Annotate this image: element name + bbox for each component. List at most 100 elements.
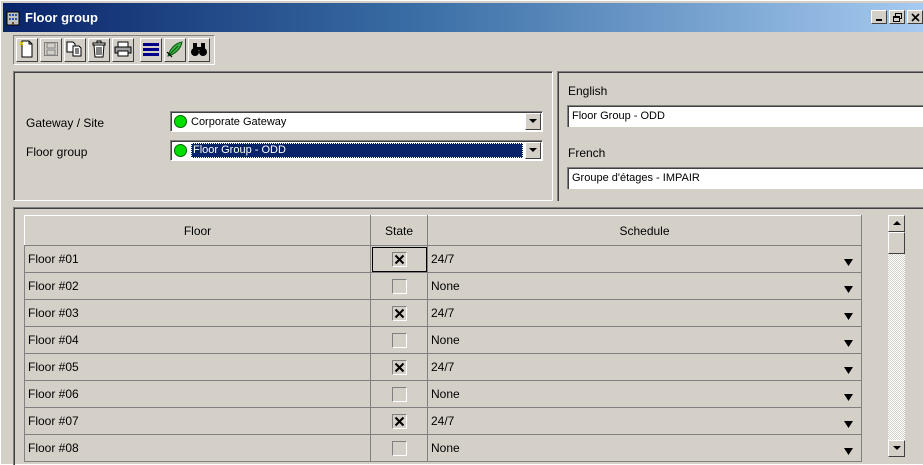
floors-table: Floor State Schedule Floor #01 24/7 Floor … — [24, 215, 862, 462]
schedule-value: 24/7 — [431, 414, 455, 428]
state-checkbox-checked[interactable] — [391, 413, 407, 429]
dropdown-arrow-icon[interactable] — [844, 309, 853, 323]
new-button[interactable] — [16, 38, 38, 62]
printer-icon — [114, 41, 132, 60]
binoculars-icon — [190, 41, 208, 60]
vertical-scrollbar[interactable] — [888, 215, 905, 457]
floor-group-value: Floor Group - ODD — [191, 143, 523, 158]
state-cell — [370, 353, 428, 381]
save-button[interactable] — [40, 38, 62, 62]
state-cell — [370, 272, 428, 300]
building-icon — [5, 10, 21, 26]
dropdown-arrow-icon[interactable] — [844, 363, 853, 377]
schedule-cell[interactable]: 24/7 — [427, 245, 862, 273]
state-checkbox[interactable] — [391, 278, 407, 294]
dropdown-arrow-icon[interactable] — [844, 444, 853, 458]
table-row[interactable]: Floor #07 24/7 — [24, 407, 862, 435]
floor-name-cell: Floor #04 — [24, 326, 371, 354]
schedule-cell[interactable]: 24/7 — [427, 407, 862, 435]
table-row[interactable]: Floor #08 None — [24, 434, 862, 462]
chevron-down-icon[interactable] — [525, 113, 541, 130]
schedule-cell[interactable]: None — [427, 272, 862, 300]
trash-icon — [91, 40, 107, 61]
table-row[interactable]: Floor #02 None — [24, 272, 862, 300]
floor-name-cell: Floor #06 — [24, 380, 371, 408]
state-column-header[interactable]: State — [370, 215, 428, 246]
floor-column-header[interactable]: Floor — [24, 215, 371, 246]
gateway-value: Corporate Gateway — [191, 115, 287, 128]
scroll-thumb[interactable] — [888, 232, 905, 254]
dropdown-arrow-icon[interactable] — [844, 336, 853, 350]
state-cell — [370, 434, 428, 462]
state-checkbox[interactable] — [391, 440, 407, 456]
floor-name-cell: Floor #07 — [24, 407, 371, 435]
title-bar[interactable]: Floor group — [3, 3, 923, 32]
state-checkbox-checked[interactable] — [391, 359, 407, 375]
leaf-link-icon — [166, 40, 184, 61]
schedule-cell[interactable]: None — [427, 434, 862, 462]
chevron-down-icon — [892, 446, 901, 450]
state-cell — [370, 326, 428, 354]
schedule-cell[interactable]: 24/7 — [427, 299, 862, 327]
scroll-down-button[interactable] — [888, 440, 905, 457]
table-row[interactable]: Floor #03 24/7 — [24, 299, 862, 327]
english-label: English — [568, 84, 608, 98]
dropdown-arrow-icon[interactable] — [844, 390, 853, 404]
status-green-icon — [174, 115, 187, 128]
floppy-disk-icon — [43, 41, 59, 60]
schedule-value: None — [431, 387, 460, 401]
state-checkbox[interactable] — [391, 332, 407, 348]
delete-button[interactable] — [88, 38, 110, 62]
french-label: French — [568, 146, 606, 160]
link-button[interactable] — [164, 38, 186, 62]
window-title: Floor group — [25, 10, 98, 25]
schedule-value: 24/7 — [431, 360, 455, 374]
names-panel: English Floor Group - ODD French Groupe … — [557, 71, 923, 201]
schedule-value: None — [431, 279, 460, 293]
dropdown-arrow-icon[interactable] — [844, 255, 853, 269]
floor-name-cell: Floor #05 — [24, 353, 371, 381]
french-name-field[interactable]: Groupe d'étages - IMPAIR — [567, 167, 923, 189]
schedule-cell[interactable]: None — [427, 326, 862, 354]
table-row[interactable]: Floor #04 None — [24, 326, 862, 354]
chevron-down-icon[interactable] — [525, 142, 541, 159]
status-green-icon — [174, 144, 187, 157]
schedule-cell[interactable]: None — [427, 380, 862, 408]
table-row[interactable]: Floor #01 24/7 — [24, 245, 862, 273]
state-checkbox-checked[interactable] — [391, 251, 407, 267]
state-checkbox-checked[interactable] — [391, 305, 407, 321]
close-button[interactable] — [907, 10, 923, 24]
dropdown-arrow-icon[interactable] — [844, 417, 853, 431]
floor-name-cell: Floor #03 — [24, 299, 371, 327]
print-button[interactable] — [112, 38, 134, 62]
list-icon — [142, 41, 160, 60]
table-row[interactable]: Floor #05 24/7 — [24, 353, 862, 381]
schedule-column-header[interactable]: Schedule — [427, 215, 862, 246]
copy-button[interactable] — [64, 38, 86, 62]
copy-icon — [66, 41, 84, 60]
gateway-label: Gateway / Site — [26, 116, 105, 130]
state-cell — [370, 245, 428, 273]
state-checkbox[interactable] — [391, 386, 407, 402]
floors-grid-area: Floor State Schedule Floor #01 24/7 Floor … — [13, 207, 923, 465]
chevron-up-icon — [892, 221, 901, 225]
table-row[interactable]: Floor #06 None — [24, 380, 862, 408]
floor-name-cell: Floor #02 — [24, 272, 371, 300]
schedule-value: 24/7 — [431, 306, 455, 320]
gateway-combo[interactable]: Corporate Gateway — [170, 111, 543, 132]
minimize-button[interactable] — [871, 10, 887, 24]
restore-button[interactable] — [889, 10, 905, 24]
floor-group-label: Floor group — [26, 145, 88, 159]
scroll-up-button[interactable] — [888, 215, 905, 232]
floor-group-combo[interactable]: Floor Group - ODD — [170, 140, 543, 161]
new-document-icon — [19, 40, 35, 61]
english-name-field[interactable]: Floor Group - ODD — [567, 105, 923, 127]
toolbar — [13, 35, 215, 65]
dropdown-arrow-icon[interactable] — [844, 282, 853, 296]
schedule-cell[interactable]: 24/7 — [427, 353, 862, 381]
find-button[interactable] — [188, 38, 210, 62]
state-cell — [370, 407, 428, 435]
state-cell — [370, 380, 428, 408]
list-button[interactable] — [140, 38, 162, 62]
floor-group-window: Floor group Gateway / Site Corporate Gat… — [0, 0, 923, 465]
